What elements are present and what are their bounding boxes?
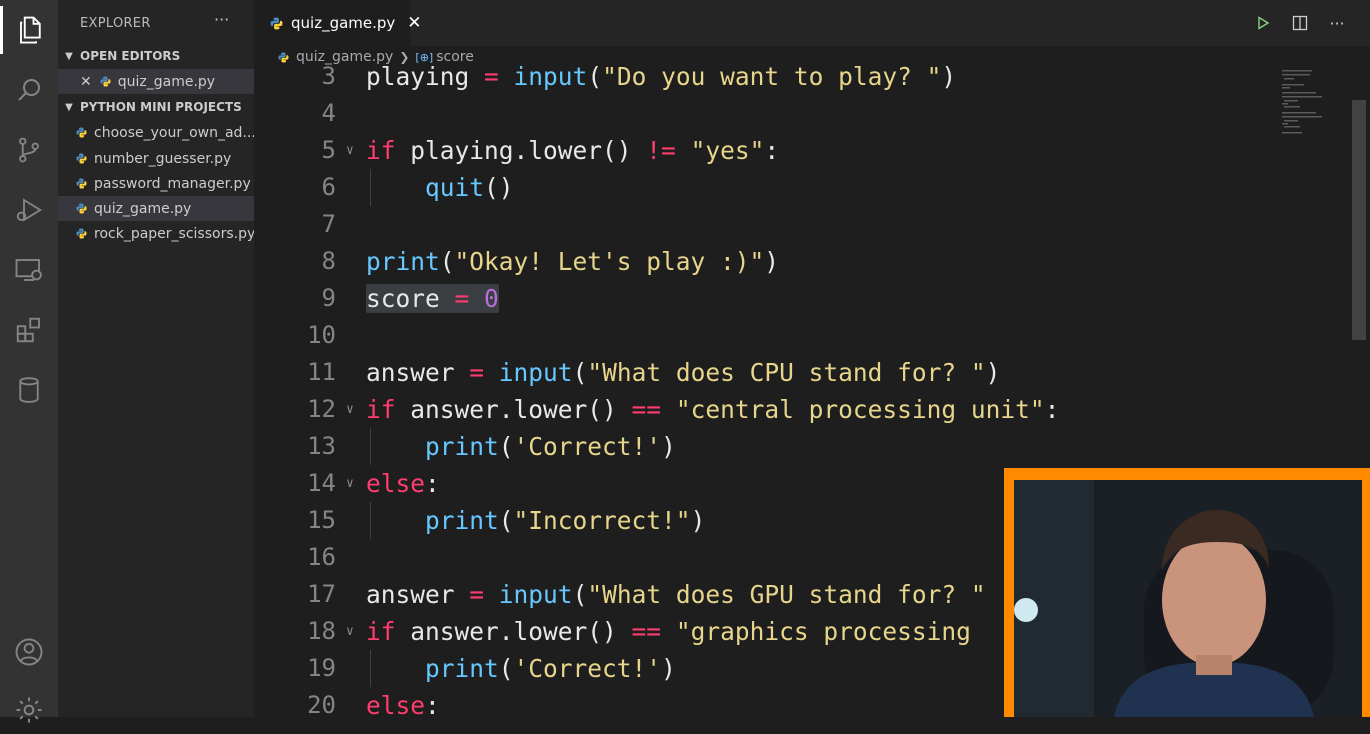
fold-chevron-icon[interactable]: ∨ [346, 465, 354, 502]
open-editor-name: quiz_game.py [117, 73, 216, 90]
code-text: answer = input("What does CPU stand for?… [366, 358, 1001, 387]
code-text: score = 0 [366, 284, 499, 313]
code-line[interactable]: 5 ∨ if playing.lower() != "yes": [254, 132, 1370, 169]
minimap[interactable] [1280, 68, 1340, 148]
vertical-scrollbar[interactable] [1352, 100, 1366, 340]
python-file-icon [76, 178, 87, 189]
code-text: else: [366, 691, 440, 717]
code-line[interactable]: 9 score = 0 [254, 280, 1370, 317]
extensions-icon[interactable] [0, 306, 58, 354]
line-number: 20 [307, 691, 336, 717]
file-item[interactable]: choose_your_own_ad... [58, 120, 254, 145]
file-name: rock_paper_scissors.py [94, 225, 254, 242]
python-file-icon [76, 203, 87, 214]
open-editors-header[interactable]: ▼ OPEN EDITORS [58, 45, 254, 67]
split-editor-icon[interactable] [1289, 12, 1311, 34]
file-item-selected[interactable]: quiz_game.py [58, 196, 254, 221]
code-line[interactable]: 4 [254, 95, 1370, 132]
line-number: 4 [321, 99, 336, 127]
code-line[interactable]: 3 playing = input("Do you want to play? "… [254, 58, 1370, 95]
fold-chevron-icon[interactable]: ∨ [346, 132, 354, 169]
editor-tab-bar: quiz_game.py ✕ ··· [254, 0, 1370, 46]
activity-bar [0, 0, 58, 723]
file-name: quiz_game.py [94, 200, 192, 217]
code-text: else: [366, 469, 440, 498]
line-number: 11 [307, 358, 336, 386]
code-text: if answer.lower() == "central processing… [366, 395, 1060, 424]
line-number: 15 [307, 506, 336, 534]
line-number: 18 [307, 617, 336, 645]
code-line[interactable]: 7 [254, 206, 1370, 243]
open-editor-item[interactable]: ✕ quiz_game.py [58, 69, 254, 94]
close-icon[interactable]: ✕ [407, 13, 421, 33]
project-folder-label: PYTHON MINI PROJECTS [80, 100, 242, 114]
line-number: 3 [321, 62, 336, 90]
account-icon[interactable] [0, 628, 58, 676]
chevron-down-icon: ▼ [65, 50, 73, 62]
line-number: 10 [307, 321, 336, 349]
project-folder-header[interactable]: ▼ PYTHON MINI PROJECTS [58, 96, 254, 118]
close-icon[interactable]: ✕ [80, 74, 92, 90]
file-item[interactable]: password_manager.py [58, 171, 254, 196]
database-icon[interactable] [0, 366, 58, 414]
line-number: 12 [307, 395, 336, 423]
explorer-sidebar: EXPLORER ··· ▼ OPEN EDITORS ✕ quiz_game.… [58, 0, 254, 717]
remote-explorer-icon[interactable] [0, 246, 58, 294]
line-number: 19 [307, 654, 336, 682]
code-line[interactable]: 11 answer = input("What does CPU stand fo… [254, 354, 1370, 391]
search-icon[interactable] [0, 66, 58, 114]
webcam-overlay [1004, 468, 1370, 717]
python-file-icon [76, 127, 87, 138]
code-text: quit() [425, 173, 514, 202]
explorer-more-icon[interactable]: ··· [214, 10, 229, 29]
more-actions-icon[interactable]: ··· [1326, 12, 1348, 34]
python-file-icon [76, 228, 87, 239]
code-line[interactable]: 10 [254, 317, 1370, 354]
open-editors-label: OPEN EDITORS [80, 49, 181, 63]
code-text: print("Okay! Let's play :)") [366, 247, 780, 276]
code-line[interactable]: 6 quit() [254, 169, 1370, 206]
chevron-down-icon: ▼ [65, 101, 73, 113]
code-line[interactable]: 13 print('Correct!') [254, 428, 1370, 465]
code-text: if answer.lower() == "graphics processin… [366, 617, 971, 646]
run-icon[interactable] [1252, 12, 1274, 34]
code-text: answer = input("What does GPU stand for?… [366, 580, 986, 609]
line-number: 7 [321, 210, 336, 238]
files-icon[interactable] [0, 6, 58, 54]
line-number: 6 [321, 173, 336, 201]
webcam-video [1014, 480, 1362, 717]
file-name: number_guesser.py [94, 150, 232, 167]
source-control-icon[interactable] [0, 126, 58, 174]
code-text: playing = input("Do you want to play? ") [366, 62, 957, 91]
code-text: print('Correct!') [425, 654, 676, 683]
line-number: 17 [307, 580, 336, 608]
file-item[interactable]: number_guesser.py [58, 146, 254, 171]
line-number: 8 [321, 247, 336, 275]
line-number: 14 [307, 469, 336, 497]
file-name: choose_your_own_ad... [94, 124, 254, 141]
explorer-title: EXPLORER [80, 16, 151, 31]
code-text: if playing.lower() != "yes": [366, 136, 780, 165]
code-line[interactable]: 8 print("Okay! Let's play :)") [254, 243, 1370, 280]
file-item[interactable]: rock_paper_scissors.py [58, 221, 254, 246]
file-name: password_manager.py [94, 175, 251, 192]
tab-quiz-game[interactable]: quiz_game.py ✕ [254, 0, 422, 46]
code-line[interactable]: 12 ∨ if answer.lower() == "central process… [254, 391, 1370, 428]
run-debug-icon[interactable] [0, 186, 58, 234]
python-file-icon [100, 76, 111, 87]
fold-chevron-icon[interactable]: ∨ [346, 613, 354, 650]
tab-label: quiz_game.py [291, 14, 396, 32]
fold-chevron-icon[interactable]: ∨ [346, 391, 354, 428]
line-number: 9 [321, 284, 336, 312]
python-file-icon [76, 153, 87, 164]
line-number: 5 [321, 136, 336, 164]
code-text: print("Incorrect!") [425, 506, 706, 535]
line-number: 16 [307, 543, 336, 571]
python-file-icon [270, 17, 283, 29]
code-text: print('Correct!') [425, 432, 676, 461]
settings-gear-icon[interactable] [0, 686, 58, 734]
line-number: 13 [307, 432, 336, 460]
